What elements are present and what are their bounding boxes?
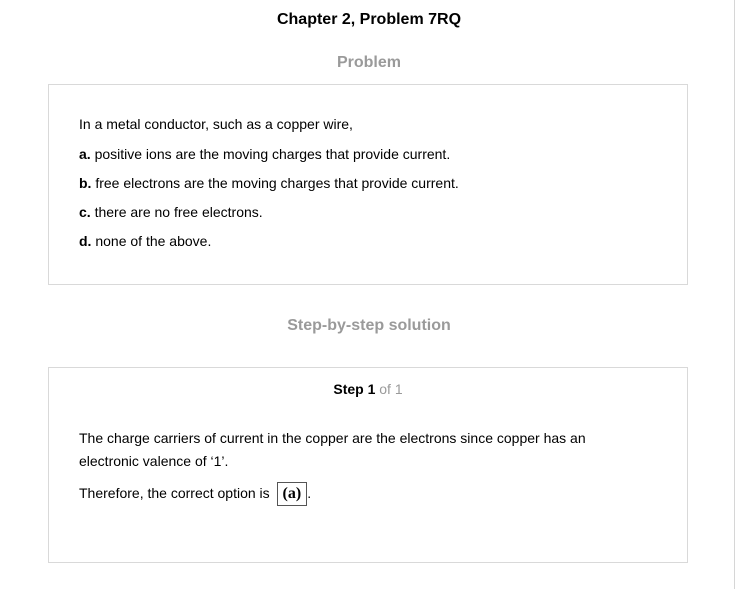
solution-conclusion: Therefore, the correct option is (a). [79, 482, 639, 507]
option-letter: b. [79, 175, 92, 191]
option-letter: c. [79, 204, 91, 220]
option-letter: d. [79, 233, 92, 249]
page-right-border [734, 0, 735, 589]
option-text: free electrons are the moving charges th… [95, 175, 459, 191]
option-a: a. positive ions are the moving charges … [79, 146, 450, 162]
conclusion-text: Therefore, the correct option is [79, 485, 270, 501]
option-text: there are no free electrons. [94, 204, 263, 220]
problem-intro: In a metal conductor, such as a copper w… [79, 116, 353, 132]
option-text: positive ions are the moving charges tha… [94, 146, 451, 162]
step-count: of 1 [379, 381, 403, 397]
answer-box: (a) [276, 482, 308, 507]
step-label: Step 1 [333, 381, 376, 397]
problem-heading: Problem [336, 54, 401, 71]
option-b: b. free electrons are the moving charges… [79, 175, 459, 191]
step-header: Step 1 of 1 [49, 381, 687, 397]
option-c: c. there are no free electrons. [79, 204, 263, 220]
conclusion-period: . [307, 485, 312, 501]
solution-box: Step 1 of 1 The charge carriers of curre… [48, 367, 688, 563]
option-letter: a. [79, 146, 91, 162]
problem-box: In a metal conductor, such as a copper w… [48, 84, 688, 285]
solution-heading: Step-by-step solution [287, 317, 451, 334]
page-title: Chapter 2, Problem 7RQ [276, 11, 462, 28]
option-text: none of the above. [95, 233, 212, 249]
solution-explanation: The charge carriers of current in the co… [79, 430, 586, 469]
option-d: d. none of the above. [79, 233, 211, 249]
